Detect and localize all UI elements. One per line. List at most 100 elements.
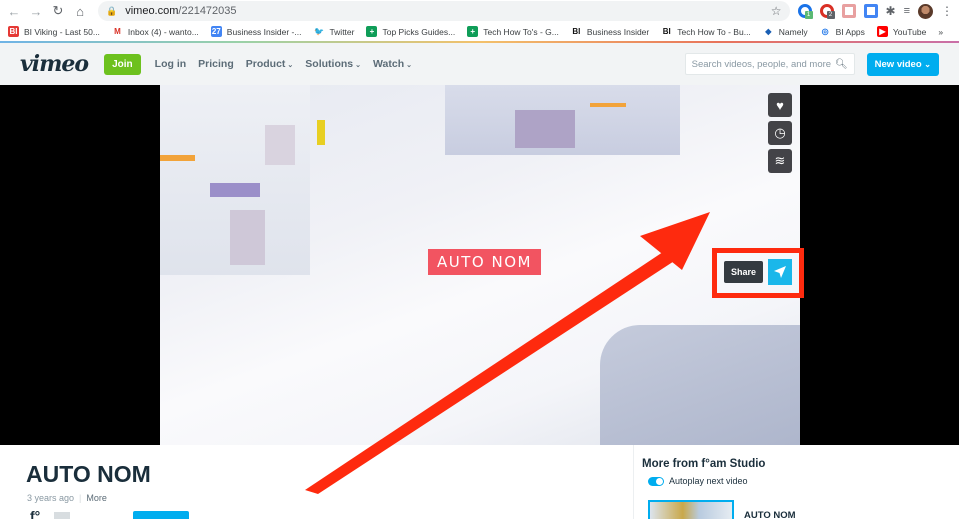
new-video-button[interactable]: New video ⌄ <box>866 52 939 76</box>
home-icon[interactable]: ⌂ <box>72 3 88 19</box>
url-text: vimeo.com/221472035 <box>125 5 236 17</box>
bookmark-favicon-icon: ◎ <box>821 27 829 36</box>
more-from-panel: More from f°am Studio Autoplay next vide… <box>633 445 959 519</box>
bookmark-star-icon[interactable]: ☆ <box>771 4 782 18</box>
video-info-section: AUTO NOM 3 years ago | More f° More from f… <box>0 445 959 519</box>
vimeo-logo[interactable]: vimeo <box>20 51 89 77</box>
autoplay-row: Autoplay next video <box>648 476 748 486</box>
back-icon[interactable]: ← <box>6 3 22 19</box>
owner-row: f° <box>30 508 71 519</box>
bookmark-item[interactable]: + Tech How To's - G... <box>467 26 559 37</box>
bookmark-item[interactable]: M Inbox (4) - wanto... <box>112 26 199 37</box>
reload-icon[interactable]: ↻ <box>50 3 66 19</box>
nav-link-log-in[interactable]: Log in <box>155 58 187 70</box>
video-meta: 3 years ago | More <box>27 493 107 503</box>
extension-badge: 2 <box>826 11 835 19</box>
related-video-thumbnail[interactable] <box>648 500 734 519</box>
nav-link-label: Solutions <box>305 58 354 70</box>
bookmark-item[interactable]: ◎ BI Apps <box>820 26 865 37</box>
bookmark-label: Twitter <box>329 26 355 37</box>
nav-link-watch[interactable]: Watch ⌄ <box>373 58 412 70</box>
bookmark-favicon-icon: BI <box>662 27 671 36</box>
chevron-down-icon: ⌄ <box>406 62 413 69</box>
video-stage: AUTO NOM ♥ ◷ ≋ Share <box>0 85 959 445</box>
browser-toolbar: ← → ↻ ⌂ 🔒 vimeo.com/221472035 ☆ 12 ✱ ≡ ⋮ <box>0 0 959 22</box>
nav-link-label: Product <box>245 58 286 70</box>
search-input[interactable]: Search videos, people, and more 🔍︎ <box>684 53 855 75</box>
profile-avatar[interactable] <box>918 3 933 19</box>
heart-icon[interactable]: ♥ <box>768 93 792 117</box>
forward-icon[interactable]: → <box>28 3 44 19</box>
menu-kebab-icon[interactable]: ⋮ <box>941 4 953 18</box>
autoplay-toggle[interactable] <box>648 476 664 486</box>
media-queue-icon[interactable]: ≡ <box>904 5 910 17</box>
scene-canopy <box>600 325 800 445</box>
owner-badge <box>54 512 71 519</box>
extension-badge: 1 <box>804 11 813 19</box>
bookmark-label: Inbox (4) - wanto... <box>127 26 199 37</box>
puzzle-icon[interactable]: ✱ <box>886 4 896 18</box>
extension-icon[interactable]: 1 <box>797 4 813 19</box>
scene-accent <box>265 125 295 165</box>
bookmark-label: BI Viking - Last 50... <box>24 26 100 37</box>
nav-links: Log in Pricing Product ⌄ Solutions ⌄ Watch ⌄ <box>155 58 424 70</box>
chevron-down-icon: ⌄ <box>355 62 362 69</box>
collections-icon[interactable]: ≋ <box>768 149 792 173</box>
bookmarks-bar: BI BI Viking - Last 50... M Inbox (4) - wan… <box>0 22 959 43</box>
bookmark-favicon-icon: 🐦 <box>313 27 324 36</box>
new-video-label: New video <box>874 58 922 70</box>
video-title: AUTO NOM <box>26 461 151 487</box>
bookmark-item[interactable]: BI Business Insider <box>571 26 649 37</box>
nav-link-pricing[interactable]: Pricing <box>198 58 234 70</box>
related-video-title[interactable]: AUTO NOM <box>744 510 796 519</box>
video-player[interactable]: AUTO NOM ♥ ◷ ≋ <box>160 85 800 445</box>
scene-accent <box>515 110 575 148</box>
bookmark-label: Business Insider <box>586 26 650 37</box>
bookmark-item[interactable]: 27 Business Insider -... <box>210 26 302 37</box>
scene-accent <box>590 103 626 107</box>
lock-icon: 🔒 <box>106 5 118 16</box>
bookmarks-overflow-button[interactable]: » <box>938 27 943 37</box>
extension-icon[interactable] <box>841 4 856 18</box>
bookmark-favicon-icon: ◆ <box>765 27 772 36</box>
bookmark-label: BI Apps <box>835 26 865 37</box>
bookmark-favicon-icon: BI <box>8 26 19 37</box>
nav-link-product[interactable]: Product ⌄ <box>246 58 294 70</box>
nav-link-solutions[interactable]: Solutions ⌄ <box>305 58 361 70</box>
owner-logo[interactable]: f° <box>30 508 40 519</box>
extension-icon[interactable]: 2 <box>819 4 835 19</box>
bookmark-item[interactable]: BI BI Viking - Last 50... <box>8 26 100 37</box>
bookmark-favicon-icon: 27 <box>210 26 222 37</box>
chevron-down-icon: ⌄ <box>924 59 931 69</box>
bookmark-label: Tech How To's - G... <box>483 26 559 37</box>
site-header: vimeo Join Log in Pricing Product ⌄ Solution… <box>0 43 959 85</box>
bookmark-item[interactable]: ◆ Namely <box>763 26 807 37</box>
video-age: 3 years ago <box>27 493 75 503</box>
nav-link-label: Pricing <box>198 58 234 70</box>
scene-accent <box>210 183 260 197</box>
scene-accent <box>230 210 265 265</box>
scene-accent <box>160 155 195 161</box>
bookmark-label: YouTube <box>892 26 927 37</box>
bookmark-label: Business Insider -... <box>226 26 302 37</box>
share-button[interactable] <box>768 259 792 285</box>
bookmark-favicon-icon: + <box>467 26 479 37</box>
bookmark-label: Top Picks Guides... <box>382 26 456 37</box>
search-icon[interactable]: 🔍︎ <box>835 59 848 70</box>
bookmark-item[interactable]: 🐦 Twitter <box>313 26 355 37</box>
nav-link-label: Log in <box>154 58 187 70</box>
bookmark-item[interactable]: + Top Picks Guides... <box>366 26 455 37</box>
bookmark-item[interactable]: BI Tech How To - Bu... <box>661 26 751 37</box>
bookmark-favicon-icon: + <box>366 26 378 37</box>
address-bar[interactable]: 🔒 vimeo.com/221472035 ☆ <box>98 1 790 21</box>
extensions-bar: 12 <box>797 4 878 19</box>
more-link[interactable]: More <box>86 493 107 503</box>
player-side-buttons: ♥ ◷ ≋ <box>768 93 792 173</box>
clock-icon[interactable]: ◷ <box>768 121 792 145</box>
more-from-title: More from f°am Studio <box>642 458 766 470</box>
join-button[interactable]: Join <box>104 53 141 75</box>
bookmark-item[interactable]: ▶ YouTube <box>876 26 927 37</box>
follow-button[interactable] <box>133 511 189 519</box>
extension-icon[interactable] <box>863 4 878 18</box>
url-host: vimeo.com <box>125 5 179 17</box>
